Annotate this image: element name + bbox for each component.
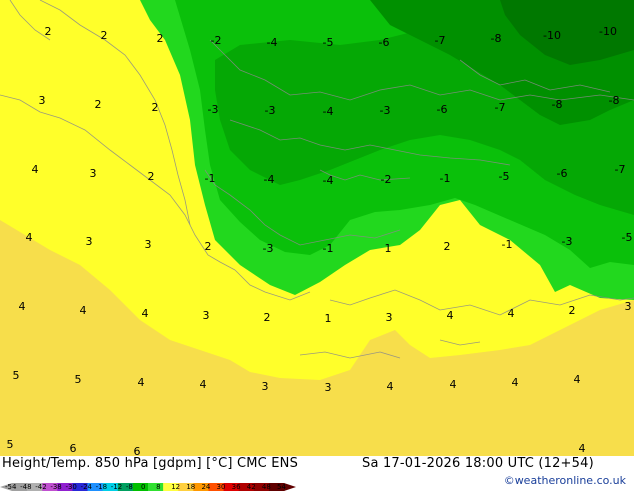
temperature-label: -3 [380,104,391,117]
temperature-label: 2 [205,240,212,253]
temperature-label: 5 [13,369,20,382]
temperature-label: -7 [615,163,626,176]
temperature-label: 6 [70,442,77,455]
valid-time: Sa 17-01-2026 18:00 UTC (12+54) [362,456,594,471]
temperature-label: 2 [569,304,576,317]
chart-title: Height/Temp. 850 hPa [gdpm] [°C] CMC ENS [2,456,299,471]
temperature-label: -1 [502,238,513,251]
temperature-label: -7 [435,34,446,47]
temperature-label: 4 [200,378,207,391]
temperature-label: 2 [157,32,164,45]
temperature-label: 1 [385,242,392,255]
temperature-label: -5 [499,170,510,183]
temperature-label: -4 [323,174,334,187]
temperature-label: 2 [152,101,159,114]
footer-bar: Height/Temp. 850 hPa [gdpm] [°C] CMC ENS… [0,456,634,492]
temperature-label: 4 [387,380,394,393]
temperature-label: 4 [579,442,586,455]
temperature-label: -8 [552,98,563,111]
temperature-label: -7 [495,101,506,114]
temperature-label: 2 [95,98,102,111]
temperature-label: -8 [609,94,620,107]
temperature-label: 3 [386,311,393,324]
temperature-label: 3 [625,300,632,313]
temperature-label: -2 [381,173,392,186]
temperature-label: 3 [90,167,97,180]
temperature-label: -5 [622,231,633,244]
temperature-label: 4 [574,373,581,386]
temperature-label: 4 [80,304,87,317]
temperature-label: 4 [26,231,33,244]
temperature-label: 2 [101,29,108,42]
temperature-label: -3 [562,235,573,248]
temperature-label: -3 [265,104,276,117]
temperature-label: 5 [75,373,82,386]
temperature-label: 4 [512,376,519,389]
temperature-label: -5 [323,36,334,49]
temperature-label: 2 [45,25,52,38]
temperature-label: 4 [508,307,515,320]
temperature-label: -4 [267,36,278,49]
temperature-label: -6 [437,103,448,116]
temperature-label: -4 [264,173,275,186]
temperature-label: 5 [7,438,14,451]
temperature-label: 2 [148,170,155,183]
temperature-label: 4 [450,378,457,391]
temperature-label: 4 [19,300,26,313]
temperature-label: 3 [203,309,210,322]
temperature-label: -1 [440,172,451,185]
temperature-label: -4 [323,105,334,118]
scale-labels: -54 -48 -42 -38 -30 -24 -18 -12 -8 0 8 12 18 24 30 36 42… [0,483,300,492]
temperature-label: -1 [323,242,334,255]
temperature-label: 3 [39,94,46,107]
temperature-label: 4 [142,307,149,320]
temperature-label: 4 [32,163,39,176]
temperature-label: -3 [263,242,274,255]
temperature-label: -6 [557,167,568,180]
temperature-label: 6 [134,445,141,456]
temperature-label: -3 [208,103,219,116]
temperature-label: -1 [205,172,216,185]
temperature-label: 3 [145,238,152,251]
weather-map: 2 2 2 -2 -4 -5 -6 -7 -8 -10 -10 3 2 2 -3 -3 -4 -3 -6 -7 -8 -8… [0,0,634,456]
temperature-label: -6 [379,36,390,49]
temperature-label: 1 [325,312,332,325]
temperature-label: -8 [491,32,502,45]
temperature-label: 3 [325,381,332,394]
temperature-label: 4 [138,376,145,389]
temperature-label: 2 [264,311,271,324]
temperature-label: -2 [211,34,222,47]
temperature-label: 3 [86,235,93,248]
temperature-label: -10 [599,25,617,38]
temperature-label: 4 [447,309,454,322]
site-credit[interactable]: ©weatheronline.co.uk [504,474,626,487]
temperature-label: 3 [262,380,269,393]
temperature-label: 2 [444,240,451,253]
temperature-label: -10 [543,29,561,42]
